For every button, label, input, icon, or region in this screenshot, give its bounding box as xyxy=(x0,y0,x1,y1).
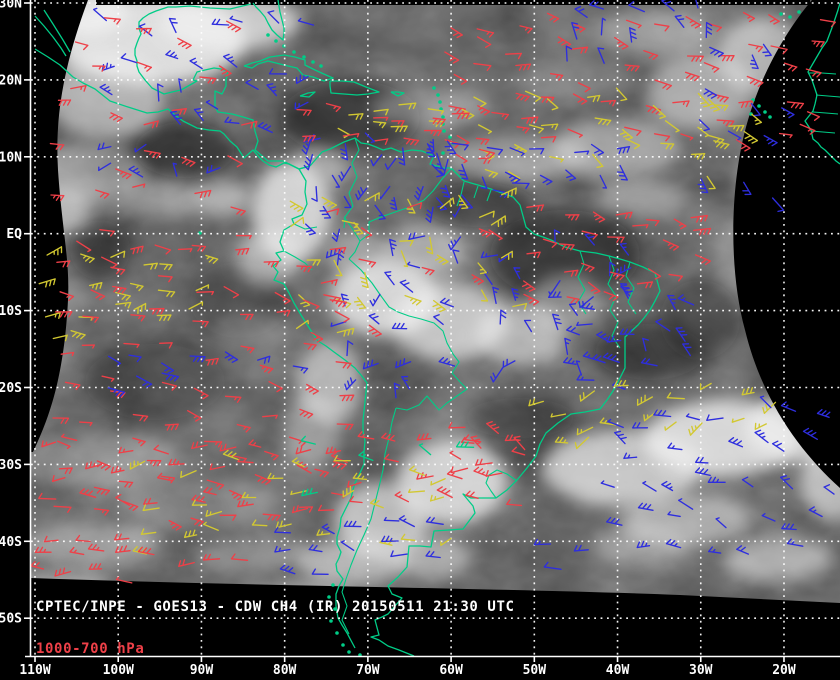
cloud-patch xyxy=(723,536,833,580)
cloud-patch xyxy=(600,13,710,57)
clear-sky-patch xyxy=(70,220,130,280)
island-dot xyxy=(788,15,792,19)
lon-label: 50W xyxy=(523,663,547,678)
clear-sky-patch xyxy=(425,183,535,227)
lon-label: 100W xyxy=(103,663,134,678)
cloud-patch xyxy=(284,394,340,470)
island-dot xyxy=(347,650,351,654)
cloud-patch xyxy=(20,523,160,567)
island-dot xyxy=(438,100,442,104)
lon-label: 70W xyxy=(356,663,380,678)
left-margin xyxy=(0,0,31,680)
satellite-wind-map: 30N 20N 10N EQ 10S 20S 30S 40S 50S 110W 100W 90W 80W… xyxy=(0,0,840,680)
island-dot xyxy=(335,631,339,635)
cloud-patch xyxy=(370,88,490,128)
island-dot xyxy=(432,86,436,90)
island-dot xyxy=(441,115,445,119)
lon-label: 60W xyxy=(439,663,463,678)
island-dot xyxy=(292,50,296,54)
island-dot xyxy=(341,643,345,647)
cloud-patch xyxy=(236,230,300,286)
island-dot xyxy=(436,93,440,97)
island-dot xyxy=(329,619,333,623)
island-dot xyxy=(302,55,306,59)
island-dot xyxy=(274,39,278,43)
island-dot xyxy=(441,151,445,155)
lat-label: 20N xyxy=(0,73,22,88)
island-dot xyxy=(757,104,761,108)
lon-label: 110W xyxy=(19,663,50,678)
island-dot xyxy=(319,64,323,68)
island-dot xyxy=(331,583,335,587)
map-canvas: 30N 20N 10N EQ 10S 20S 30S 40S 50S 110W 100W 90W 80W… xyxy=(0,0,840,680)
lon-label: 40W xyxy=(606,663,630,678)
cloud-patch xyxy=(595,180,685,216)
island-dot xyxy=(442,129,446,133)
lon-label: 90W xyxy=(190,663,214,678)
lat-label: 20S xyxy=(0,381,22,396)
island-dot xyxy=(779,12,783,16)
island-dot xyxy=(266,33,270,37)
cloud-patch xyxy=(120,474,280,530)
lat-label: 10S xyxy=(0,304,22,319)
island-dot xyxy=(327,595,331,599)
lat-label: 30S xyxy=(0,458,22,473)
lat-label: EQ xyxy=(6,227,22,242)
island-dot xyxy=(333,607,337,611)
island-dot xyxy=(797,10,801,14)
cloud-patch xyxy=(210,310,290,350)
island-dot xyxy=(311,60,315,64)
lat-label: 10N xyxy=(0,150,22,165)
island-dot xyxy=(768,115,772,119)
cloud-patch xyxy=(115,182,205,218)
lon-label: 20W xyxy=(772,663,796,678)
island-dot xyxy=(763,110,767,114)
lat-label: 50S xyxy=(0,612,22,627)
lon-label: 80W xyxy=(273,663,297,678)
lat-label: 40S xyxy=(0,535,22,550)
clear-sky-patch xyxy=(465,398,575,438)
satellite-imagery-layer xyxy=(10,0,840,656)
lon-label: 30W xyxy=(689,663,713,678)
clear-sky-patch xyxy=(85,344,225,420)
lat-label: 30N xyxy=(0,0,22,12)
